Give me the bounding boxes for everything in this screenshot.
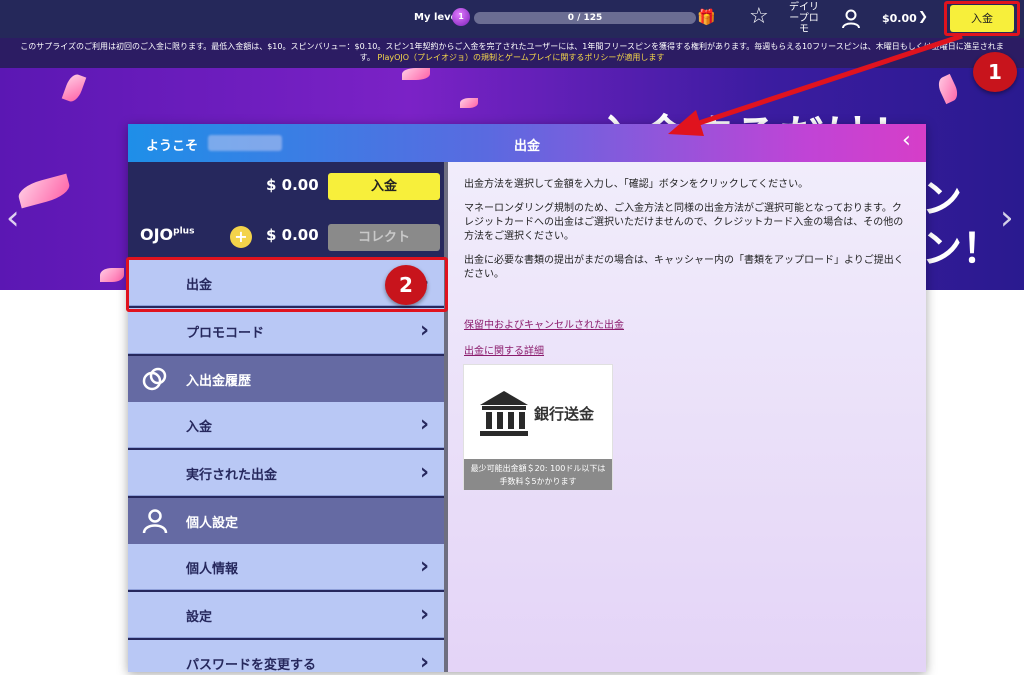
petal-decoration: [100, 268, 124, 282]
star-icon[interactable]: ☆: [749, 4, 769, 29]
chevron-right-icon: ›: [420, 650, 430, 672]
section-label: 個人設定: [186, 516, 239, 531]
policy-link[interactable]: PlayOJO（プレイオジョ）の規制とゲームプレイに関するポリシーが適用します: [377, 53, 664, 62]
sidebar-item-settings[interactable]: 設定 ›: [128, 592, 444, 638]
sidebar-item-personal-info[interactable]: 個人情報 ›: [128, 544, 444, 590]
sidebar-item-label: プロモコード: [186, 326, 265, 341]
withdraw-details-link[interactable]: 出金に関する詳細: [464, 342, 544, 357]
instruction-text: 出金方法を選択して金額を入力し、「確認」ボタンをクリックしてください。: [464, 179, 809, 190]
promo-disclaimer: このサプライズのご利用は初回のご入金に限ります。最低入金額は、$10。スピンバリ…: [0, 38, 1024, 68]
hero-side-text: ン！: [922, 226, 1002, 272]
sidebar-item-executed-withdrawals[interactable]: 実行された出金 ›: [128, 450, 444, 496]
sidebar-section-personal: 個人設定: [128, 498, 444, 544]
aml-notice-text: マネーロンダリング規制のため、ご入金方法と同様の出金方法がご選択可能となっており…: [464, 203, 904, 242]
petal-decoration: [460, 98, 478, 108]
chevron-right-icon: ›: [420, 602, 430, 627]
top-navigation-bar: My level 1 0 / 125 🎁 ☆ デイリープロモ $0.00 ❯ 入…: [0, 0, 1024, 38]
carousel-prev-icon[interactable]: ‹: [6, 198, 20, 238]
plus-coin-icon: +: [230, 226, 252, 248]
sidebar-item-deposit-history[interactable]: 入金 ›: [128, 402, 444, 448]
level-progress-text: 0 / 125: [567, 13, 603, 23]
bank-note-line: 最少可能出金額＄20: 100ドル以下は: [470, 464, 606, 473]
cashier-sidebar: $ 0.00 入金 OJOplus + $ 0.00 コレクト 出金 › プロモ…: [128, 162, 448, 672]
petal-decoration: [61, 72, 87, 104]
ojoplus-logo: OJOplus: [140, 225, 194, 244]
sidebar-item-label: 個人情報: [186, 562, 239, 577]
cashier-panel: ようこそ 出金 ‹ $ 0.00 入金 OJOplus + $ 0.00 コレク…: [128, 124, 926, 672]
pending-withdrawals-link[interactable]: 保留中およびキャンセルされた出金: [464, 316, 624, 331]
chevron-left-icon[interactable]: ‹: [902, 128, 911, 153]
gift-icon[interactable]: 🎁: [697, 8, 716, 26]
section-label: 入出金履歴: [186, 374, 252, 389]
bank-transfer-note: 最少可能出金額＄20: 100ドル以下は 手数料＄5かかります: [464, 459, 612, 490]
coins-icon: [142, 367, 167, 391]
balance-row: $ 0.00 入金: [128, 162, 448, 208]
collect-button[interactable]: コレクト: [328, 224, 440, 251]
documents-notice-text: 出金に必要な書類の提出がまだの場合は、キャッシャー内の「書類をアップロード」より…: [464, 255, 904, 280]
ojoplus-logo-sup: plus: [173, 226, 195, 237]
sidebar-item-promo-code[interactable]: プロモコード ›: [128, 308, 444, 354]
chevron-right-icon: ›: [420, 554, 430, 579]
chevron-right-icon: ›: [420, 460, 430, 485]
withdraw-content: 出金方法を選択して金額を入力し、「確認」ボタンをクリックしてください。 マネーロ…: [448, 162, 926, 672]
bank-icon: [480, 391, 528, 436]
sidebar-item-change-password[interactable]: パスワードを変更する ›: [128, 640, 444, 672]
chevron-right-icon: ›: [420, 412, 430, 437]
bank-transfer-label: 銀行送金: [534, 405, 595, 423]
chevron-down-icon[interactable]: ❯: [918, 9, 928, 23]
cashier-header: ようこそ 出金 ‹: [128, 124, 926, 162]
user-account-icon[interactable]: [842, 9, 860, 29]
carousel-next-icon[interactable]: ›: [1000, 198, 1014, 238]
person-icon: [142, 509, 168, 534]
petal-decoration: [935, 73, 961, 105]
petal-decoration: [16, 173, 72, 209]
sidebar-item-label: 実行された出金: [186, 468, 278, 483]
sidebar-item-label: パスワードを変更する: [186, 658, 317, 672]
chevron-right-icon: ›: [420, 318, 430, 343]
annotation-badge-2: 2: [385, 265, 427, 305]
sidebar-item-label: 入金: [186, 420, 213, 435]
petal-decoration: [402, 68, 430, 80]
header-balance[interactable]: $0.00: [882, 12, 917, 25]
sidebar-deposit-button[interactable]: 入金: [328, 173, 440, 200]
ojoplus-logo-text: OJO: [140, 225, 174, 244]
annotation-highlight-deposit: [944, 1, 1020, 36]
bank-transfer-option[interactable]: 銀行送金 最少可能出金額＄20: 100ドル以下は 手数料＄5かかります: [463, 364, 613, 490]
bank-note-line: 手数料＄5かかります: [499, 477, 577, 486]
sidebar-section-history: 入出金履歴: [128, 356, 444, 402]
cash-balance: $ 0.00: [266, 176, 319, 194]
sidebar-item-label: 設定: [186, 610, 213, 625]
ojoplus-balance: $ 0.00: [266, 226, 319, 244]
panel-title: 出金: [513, 139, 540, 154]
daily-promo-link[interactable]: デイリープロモ: [785, 2, 823, 35]
level-gem-icon: 1: [452, 8, 470, 26]
annotation-badge-1: 1: [973, 52, 1017, 92]
